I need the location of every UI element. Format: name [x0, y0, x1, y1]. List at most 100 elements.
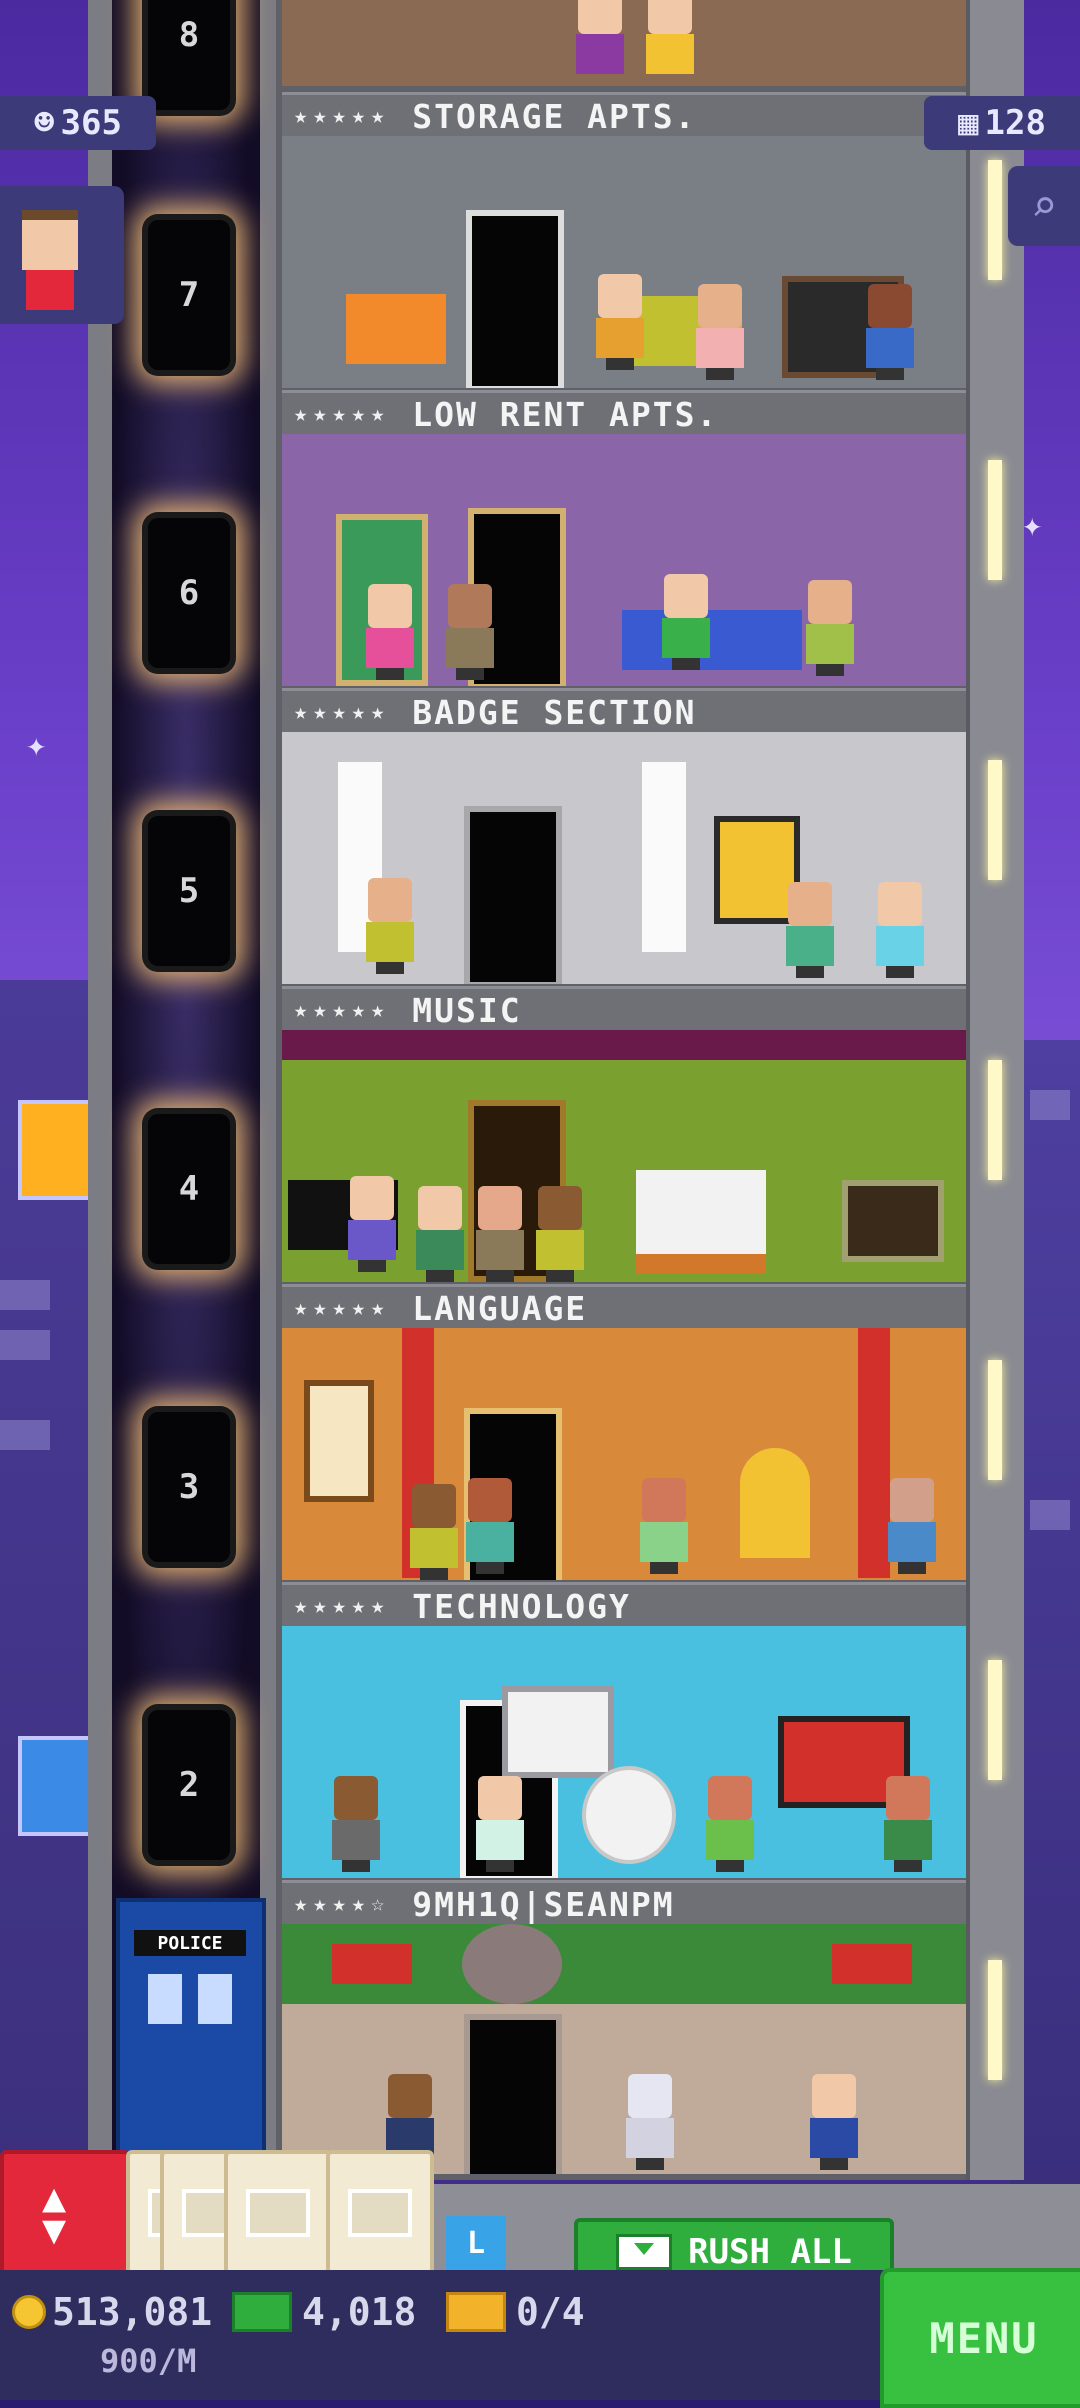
bitizen-part [412, 1484, 456, 1528]
bitizen[interactable] [406, 1484, 462, 1580]
label-text: 4 [178, 1169, 200, 1209]
delivery-box-icon [348, 2189, 412, 2237]
bitizen[interactable] [328, 1776, 384, 1872]
floor-8-room[interactable] [282, 0, 966, 86]
population-counter[interactable]: ☻ 365 [0, 96, 156, 150]
bitizen[interactable] [880, 1776, 936, 1872]
floor-label-language[interactable]: ★★★★★ LANGUAGE [282, 1284, 966, 1332]
delivery-box-button[interactable] [224, 2150, 332, 2276]
egg-chair [582, 1766, 676, 1864]
floor-language-room[interactable] [282, 1328, 966, 1580]
bitizen-part [878, 882, 922, 926]
menu-button[interactable]: MENU [880, 2268, 1080, 2408]
floor-badge-section-room[interactable] [282, 732, 966, 984]
floor-label-badge-section[interactable]: ★★★★★ BADGE SECTION [282, 688, 966, 736]
bitizen-part [808, 580, 852, 624]
magnifier-icon: ⌕ [1030, 180, 1058, 232]
floor-technology-room[interactable] [282, 1626, 966, 1878]
bitizen-part [334, 1776, 378, 1820]
bitizen[interactable] [862, 284, 918, 380]
bitizen[interactable] [782, 882, 838, 978]
billboard-chat-icon[interactable] [18, 1736, 94, 1836]
bitizen-part [786, 926, 834, 966]
lobby-ornament [462, 1924, 562, 2004]
room-decor [282, 1030, 966, 1060]
bitizen-part [708, 1776, 752, 1820]
city-window [0, 1420, 50, 1450]
coins-display[interactable]: 513,081 [12, 2290, 212, 2334]
bitizen[interactable] [802, 580, 858, 676]
bitizen-part [476, 1230, 524, 1270]
bitizen[interactable] [472, 1186, 528, 1282]
bitizen-part [876, 368, 904, 380]
elevator-control-button[interactable]: ▲ ▼ [0, 2150, 130, 2278]
floor-stars: ★★★★★ [294, 699, 391, 725]
bitizen-part [332, 1820, 380, 1860]
floor-label-music[interactable]: ★★★★★ MUSIC [282, 986, 966, 1034]
elevator-door-8[interactable]: 8 [148, 0, 230, 110]
bitizen[interactable] [472, 1776, 528, 1872]
floor-low-rent-apts-room[interactable] [282, 434, 966, 686]
floor-stars: ★★★★★ [294, 1295, 391, 1321]
bitizen[interactable] [884, 1478, 940, 1574]
bitizen-avatar-button[interactable] [0, 186, 124, 324]
bitizen-part [598, 274, 642, 318]
floor-music-room[interactable] [282, 1030, 966, 1282]
bux-value: 4,018 [302, 2290, 417, 2334]
elevator-door-4[interactable]: 4 [148, 1114, 230, 1264]
elevator-door-6[interactable]: 6 [148, 518, 230, 668]
search-button[interactable]: ⌕ [1008, 166, 1080, 246]
floor-label-technology[interactable]: ★★★★★ TECHNOLOGY [282, 1582, 966, 1630]
floor-lobby-room[interactable] [282, 1924, 966, 2174]
delivery-box-button[interactable] [326, 2150, 434, 2276]
label-text: 8 [178, 15, 200, 55]
rush-icon [616, 2234, 673, 2270]
bitizen[interactable] [636, 1478, 692, 1574]
bitizen-part [596, 318, 644, 358]
elevator-door-2[interactable]: 2 [148, 1710, 230, 1860]
bitizen-part [476, 1820, 524, 1860]
bux-display[interactable]: 4,018 [232, 2290, 416, 2334]
bitizen[interactable] [622, 2074, 678, 2170]
bitizen[interactable] [442, 584, 498, 680]
bitizen[interactable] [462, 1478, 518, 1574]
partial-blue-button[interactable]: L [446, 2216, 506, 2270]
floor-label-low-rent-apts[interactable]: ★★★★★ LOW RENT APTS. [282, 390, 966, 438]
floor-name: STORAGE APTS. [412, 96, 697, 136]
bitizen-part [468, 1478, 512, 1522]
tickets-display[interactable]: 0/4 [446, 2290, 585, 2334]
bitizen-part [456, 668, 484, 680]
bitizen-part [418, 1186, 462, 1230]
billboard-fries-icon[interactable] [18, 1100, 94, 1200]
elevator-door-5[interactable]: 5 [148, 816, 230, 966]
bitizen[interactable] [642, 0, 698, 86]
bed [636, 1170, 766, 1274]
bitizen-part [366, 628, 414, 668]
floor-stars: ★★★★★ [294, 1593, 391, 1619]
bitizen[interactable] [344, 1176, 400, 1272]
rail-light [988, 160, 1002, 280]
bitizen[interactable] [806, 2074, 862, 2170]
elevator-door-3[interactable]: 3 [148, 1412, 230, 1562]
police-box[interactable]: POLICE [116, 1898, 266, 2168]
bitizen[interactable] [658, 574, 714, 670]
floor-storage-apts-room[interactable] [282, 136, 966, 388]
floor-label-lobby[interactable]: ★★★★☆ 9MH1Q|SEANPM [282, 1880, 966, 1928]
floor-label-storage-apts[interactable]: ★★★★★ STORAGE APTS. [282, 92, 966, 140]
bitizen[interactable] [872, 882, 928, 978]
bitizen[interactable] [592, 274, 648, 370]
bitizen[interactable] [412, 1186, 468, 1282]
elevator-door-7[interactable]: 7 [148, 220, 230, 370]
floor-counter[interactable]: ▦ 128 [924, 96, 1080, 150]
bitizen-part [388, 2074, 432, 2118]
bitizen[interactable] [362, 584, 418, 680]
bitizen-part [890, 1478, 934, 1522]
bitizen[interactable] [572, 0, 628, 86]
bitizen[interactable] [362, 878, 418, 974]
bitizen[interactable] [532, 1186, 588, 1282]
floor-door [464, 2014, 562, 2174]
bitizen[interactable] [702, 1776, 758, 1872]
bitizen[interactable] [692, 284, 748, 380]
floor-name: 9MH1Q|SEANPM [412, 1884, 675, 1924]
bitizen-part [368, 584, 412, 628]
